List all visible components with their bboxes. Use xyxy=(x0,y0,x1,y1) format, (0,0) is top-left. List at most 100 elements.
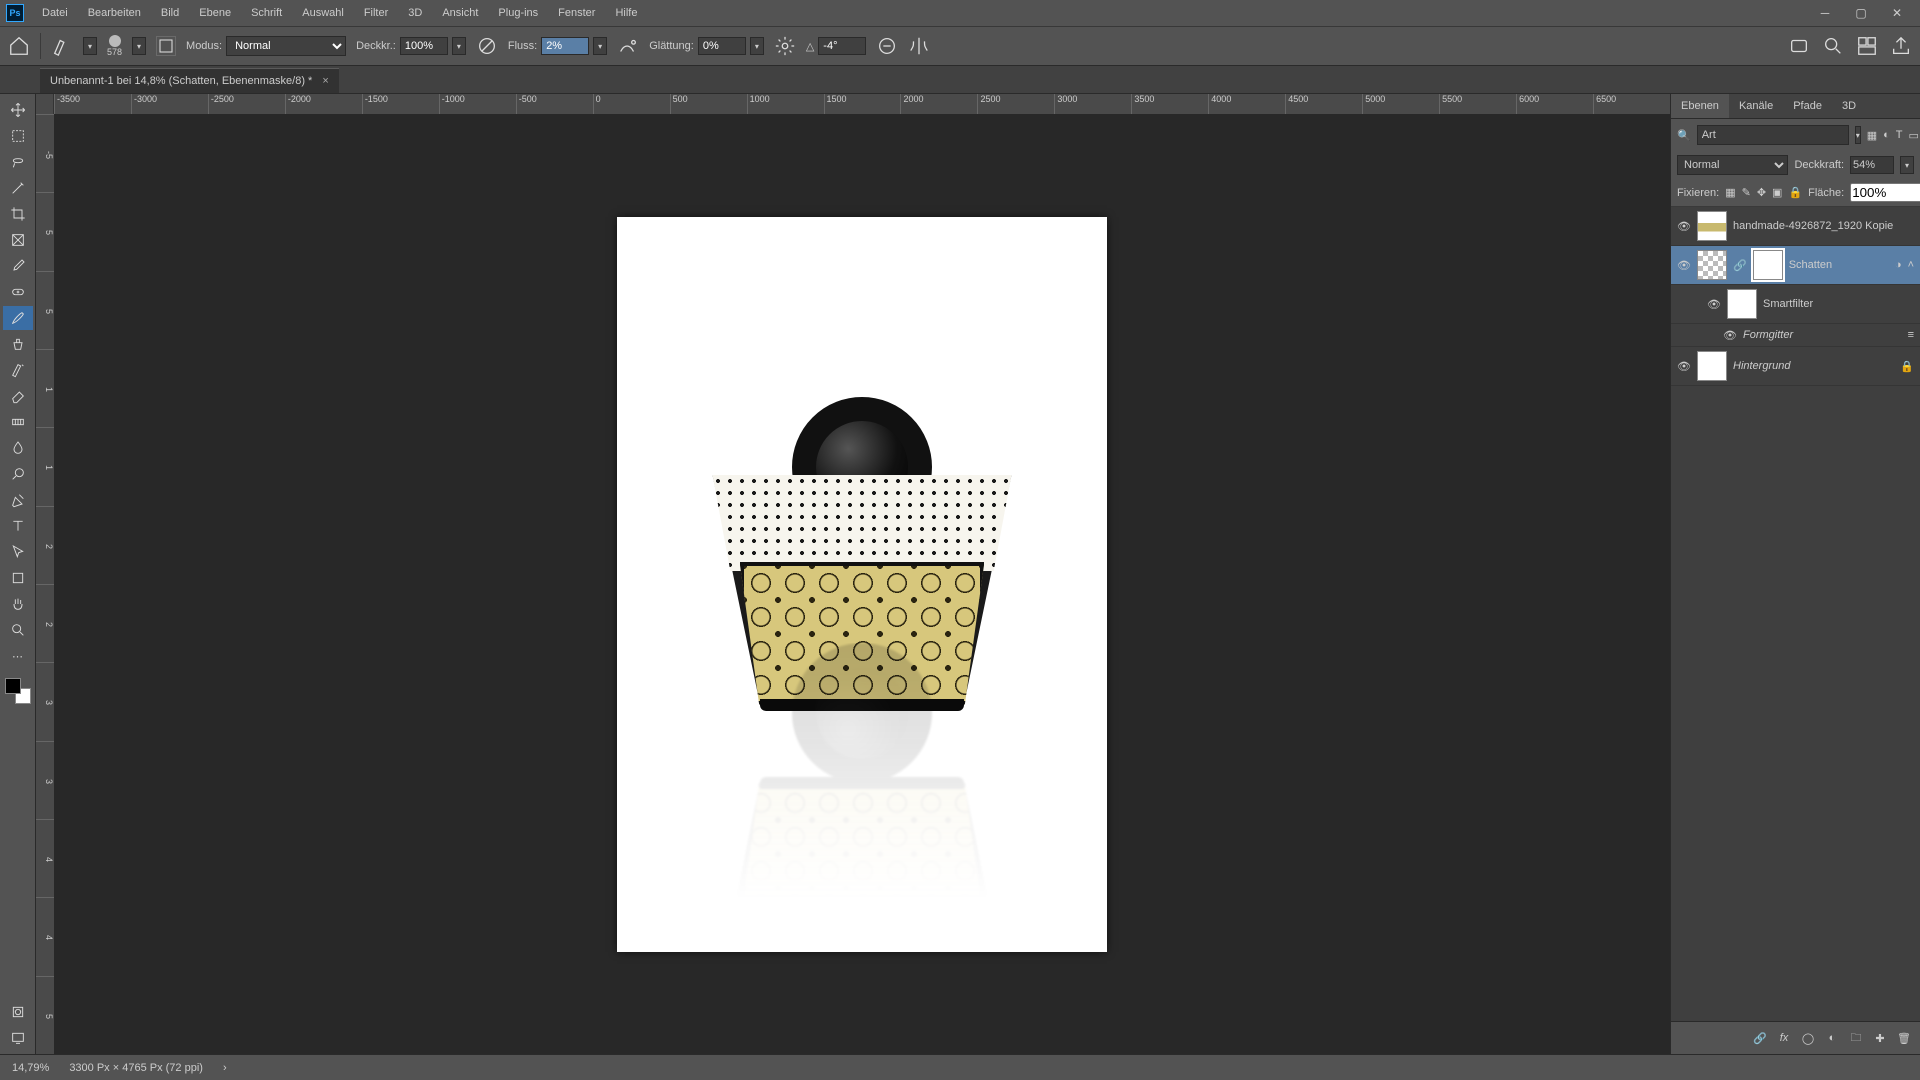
link-icon[interactable]: 🔗 xyxy=(1733,259,1747,272)
workspace-icon[interactable] xyxy=(1856,35,1878,57)
pen-tool[interactable] xyxy=(3,488,33,512)
layers-filter-input[interactable] xyxy=(1697,125,1849,145)
layer-name[interactable]: Hintergrund xyxy=(1733,360,1894,372)
menu-edit[interactable]: Bearbeiten xyxy=(80,3,149,23)
filter-blend-icon[interactable]: ≡ xyxy=(1908,329,1914,341)
vertical-ruler[interactable]: -5 5 5 1 1 2 2 3 3 4 4 5 xyxy=(36,114,54,1054)
blend-mode-select[interactable]: Normal xyxy=(1677,155,1788,175)
layer-row[interactable]: 👁 Hintergrund 🔒 xyxy=(1671,347,1920,386)
shape-tool[interactable] xyxy=(3,566,33,590)
menu-file[interactable]: Datei xyxy=(34,3,76,23)
pressure-opacity-icon[interactable] xyxy=(476,35,498,57)
layer-row[interactable]: 👁 handmade-4926872_1920 Kopie xyxy=(1671,207,1920,246)
new-layer-icon[interactable]: ✚ xyxy=(1870,1028,1890,1048)
layer-row[interactable]: 👁 Smartfilter xyxy=(1671,285,1920,324)
delete-layer-icon[interactable]: 🗑 xyxy=(1894,1028,1914,1048)
expand-icon[interactable]: ˄ xyxy=(1908,259,1914,271)
layer-row[interactable]: 👁 🔗 Schatten ◑ ˄ xyxy=(1671,246,1920,285)
layer-name[interactable]: Schatten xyxy=(1789,259,1889,271)
tool-preset-icon[interactable] xyxy=(51,35,73,57)
clone-stamp-tool[interactable] xyxy=(3,332,33,356)
document-tab[interactable]: Unbenannt-1 bei 14,8% (Schatten, Ebenenm… xyxy=(40,68,339,93)
add-mask-icon[interactable]: ◯ xyxy=(1798,1028,1818,1048)
filter-pixel-icon[interactable]: ▦ xyxy=(1867,126,1877,144)
menu-filter[interactable]: Filter xyxy=(356,3,396,23)
share-icon[interactable] xyxy=(1890,35,1912,57)
layer-thumbnail[interactable] xyxy=(1697,351,1727,381)
tab-layers[interactable]: Ebenen xyxy=(1671,94,1729,118)
adjustment-layer-icon[interactable]: ◐ xyxy=(1822,1028,1842,1048)
lock-position-icon[interactable]: ✥ xyxy=(1757,184,1766,202)
cloud-docs-icon[interactable] xyxy=(1788,35,1810,57)
document-tab-close-icon[interactable]: × xyxy=(322,75,328,87)
filter-thumbnail[interactable] xyxy=(1727,289,1757,319)
status-arrow-icon[interactable]: › xyxy=(223,1062,227,1074)
hand-tool[interactable] xyxy=(3,592,33,616)
magic-wand-tool[interactable] xyxy=(3,176,33,200)
smoothing-dropdown[interactable]: ▾ xyxy=(750,37,764,55)
edit-toolbar-icon[interactable]: ⋯ xyxy=(3,644,33,668)
layer-name[interactable]: handmade-4926872_1920 Kopie xyxy=(1733,220,1914,232)
filter-type-icon[interactable]: T xyxy=(1896,126,1903,144)
tab-3d[interactable]: 3D xyxy=(1832,94,1866,118)
layer-opacity-dropdown[interactable]: ▾ xyxy=(1900,156,1914,174)
airbrush-icon[interactable] xyxy=(617,35,639,57)
opacity-dropdown[interactable]: ▾ xyxy=(452,37,466,55)
smoothing-input[interactable] xyxy=(698,37,746,55)
color-swatches[interactable] xyxy=(5,678,31,704)
close-button[interactable]: ✕ xyxy=(1880,3,1914,23)
menu-type[interactable]: Schrift xyxy=(243,3,290,23)
visibility-toggle[interactable]: 👁 xyxy=(1677,258,1691,272)
layers-filter-dropdown[interactable]: ▾ xyxy=(1855,126,1861,144)
lasso-tool[interactable] xyxy=(3,150,33,174)
link-layers-icon[interactable]: 🔗 xyxy=(1750,1028,1770,1048)
visibility-toggle[interactable]: 👁 xyxy=(1723,328,1737,342)
maximize-button[interactable]: ▢ xyxy=(1844,3,1878,23)
zoom-tool[interactable] xyxy=(3,618,33,642)
dodge-tool[interactable] xyxy=(3,462,33,486)
visibility-toggle[interactable]: 👁 xyxy=(1677,359,1691,373)
opacity-input[interactable] xyxy=(400,37,448,55)
tab-paths[interactable]: Pfade xyxy=(1783,94,1832,118)
menu-3d[interactable]: 3D xyxy=(400,3,430,23)
layer-opacity-input[interactable] xyxy=(1850,156,1894,174)
tool-preset-dropdown[interactable]: ▾ xyxy=(83,37,97,55)
document-info[interactable]: 3300 Px × 4765 Px (72 ppi) xyxy=(69,1062,203,1074)
type-tool[interactable] xyxy=(3,514,33,538)
flow-dropdown[interactable]: ▾ xyxy=(593,37,607,55)
brush-settings-icon[interactable] xyxy=(156,36,176,56)
crop-tool[interactable] xyxy=(3,202,33,226)
layer-thumbnail[interactable] xyxy=(1697,211,1727,241)
mode-select[interactable]: Normal xyxy=(226,36,346,56)
layer-mask-thumbnail[interactable] xyxy=(1753,250,1783,280)
healing-brush-tool[interactable] xyxy=(3,280,33,304)
layer-row[interactable]: 👁 Formgitter ≡ xyxy=(1671,324,1920,347)
lock-all-icon[interactable]: 🔒 xyxy=(1788,184,1802,202)
history-brush-tool[interactable] xyxy=(3,358,33,382)
lock-pixels-icon[interactable]: ✎ xyxy=(1742,184,1751,202)
smoothing-options-icon[interactable] xyxy=(774,35,796,57)
symmetry-icon[interactable] xyxy=(908,35,930,57)
angle-input[interactable] xyxy=(818,37,866,55)
brush-dropdown[interactable]: ▾ xyxy=(132,37,146,55)
canvas-stage[interactable] xyxy=(54,114,1670,1054)
eraser-tool[interactable] xyxy=(3,384,33,408)
eyedropper-tool[interactable] xyxy=(3,254,33,278)
minimize-button[interactable]: ─ xyxy=(1808,3,1842,23)
gradient-tool[interactable] xyxy=(3,410,33,434)
brush-preview[interactable]: 578 xyxy=(107,35,122,57)
move-tool[interactable] xyxy=(3,98,33,122)
fx-icon[interactable]: fx xyxy=(1774,1028,1794,1048)
layer-name[interactable]: Smartfilter xyxy=(1763,298,1914,310)
zoom-level[interactable]: 14,79% xyxy=(12,1062,49,1074)
blur-tool[interactable] xyxy=(3,436,33,460)
marquee-tool[interactable] xyxy=(3,124,33,148)
menu-select[interactable]: Auswahl xyxy=(294,3,352,23)
frame-tool[interactable] xyxy=(3,228,33,252)
pressure-size-icon[interactable] xyxy=(876,35,898,57)
search-icon[interactable] xyxy=(1822,35,1844,57)
visibility-toggle[interactable]: 👁 xyxy=(1677,219,1691,233)
layer-thumbnail[interactable] xyxy=(1697,250,1727,280)
filter-adjust-icon[interactable]: ◐ xyxy=(1883,126,1890,144)
visibility-toggle[interactable]: 👁 xyxy=(1707,297,1721,311)
